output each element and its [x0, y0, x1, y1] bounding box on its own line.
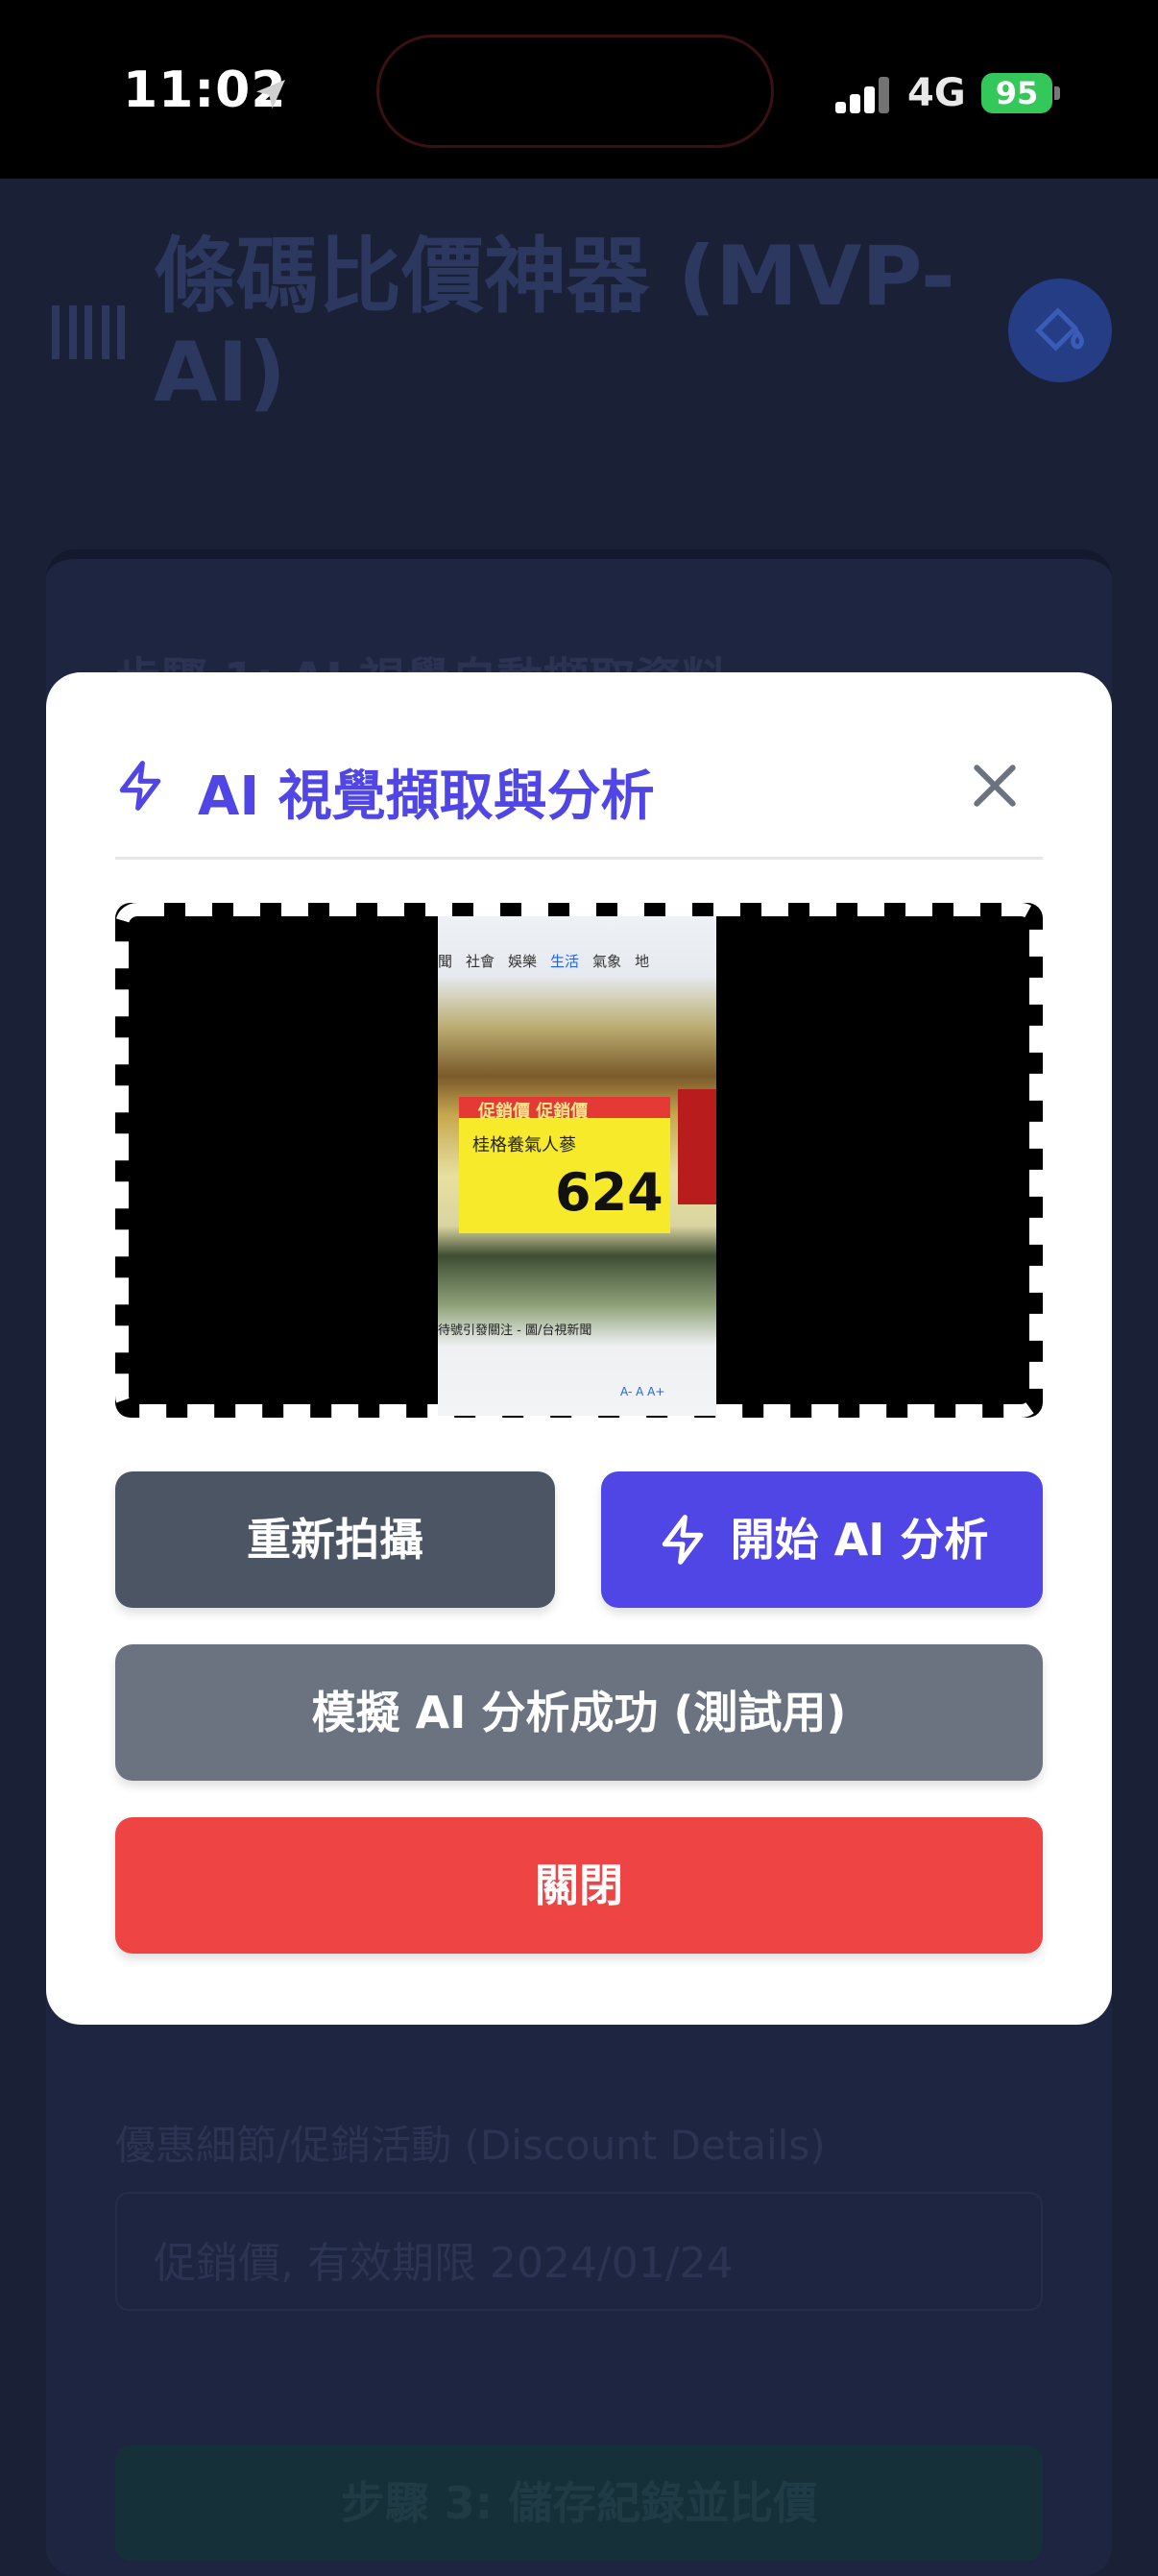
- captured-photo: 聞社會 娛樂 生活 氣象地 促銷價 促銷價 桂格養氣人蔘 624 待號引發關注 - 圖…: [438, 916, 716, 1416]
- start-ai-analysis-label: 開始 AI 分析: [730, 1514, 989, 1566]
- theme-toggle-button[interactable]: [1008, 279, 1112, 382]
- battery-icon: 95: [981, 73, 1052, 113]
- location-arrow-icon: [256, 80, 285, 109]
- price-tag-header: 促銷價 促銷價: [478, 1102, 589, 1122]
- start-ai-analysis-button[interactable]: 開始 AI 分析: [601, 1471, 1043, 1608]
- network-type: 4G: [907, 71, 966, 115]
- modal-title: AI 視覺擷取與分析: [198, 766, 655, 828]
- ai-capture-modal: AI 視覺擷取與分析 聞社會 娛樂 生活 氣象地 促銷價 促銷價 桂格養氣人蔘 624…: [46, 672, 1112, 2025]
- dynamic-island: [376, 35, 774, 148]
- lightning-icon: [662, 1514, 703, 1565]
- battery-tip: [1054, 86, 1060, 100]
- cellular-signal-icon: [835, 77, 893, 113]
- paint-bucket-icon: [1034, 307, 1084, 352]
- app-title: 條碼比價神器 (MVP-AI): [154, 229, 955, 421]
- photo-news-tabs: 聞社會 娛樂 生活 氣象地: [438, 953, 650, 970]
- discount-input[interactable]: 促銷價, 有效期限 2024/01/24: [115, 2192, 1043, 2311]
- photo-caption: 待號引發關注 - 圖/台視新聞: [438, 1324, 592, 1338]
- status-bar: 11:02 4G 95: [0, 0, 1158, 179]
- photo-font-controls: A- A A+: [620, 1385, 665, 1398]
- close-icon[interactable]: [968, 759, 1022, 813]
- mock-ai-success-button[interactable]: 模擬 AI 分析成功 (測試用): [115, 1644, 1043, 1781]
- product-name: 桂格養氣人蔘: [472, 1135, 576, 1155]
- photo-red-sign: [678, 1089, 716, 1204]
- barcode-icon: [52, 305, 125, 359]
- lightning-icon: [119, 761, 161, 811]
- price-tag: 促銷價 促銷價 桂格養氣人蔘 624: [459, 1097, 670, 1233]
- close-button[interactable]: 關閉: [115, 1817, 1043, 1954]
- product-price: 624: [555, 1162, 663, 1223]
- modal-divider: [115, 857, 1043, 860]
- battery-level: 95: [995, 75, 1039, 111]
- save-and-compare-button[interactable]: 步驟 3: 儲存紀錄並比價: [115, 2445, 1043, 2561]
- retake-button[interactable]: 重新拍攝: [115, 1471, 555, 1608]
- discount-label: 優惠細節/促銷活動 (Discount Details): [115, 2122, 826, 2169]
